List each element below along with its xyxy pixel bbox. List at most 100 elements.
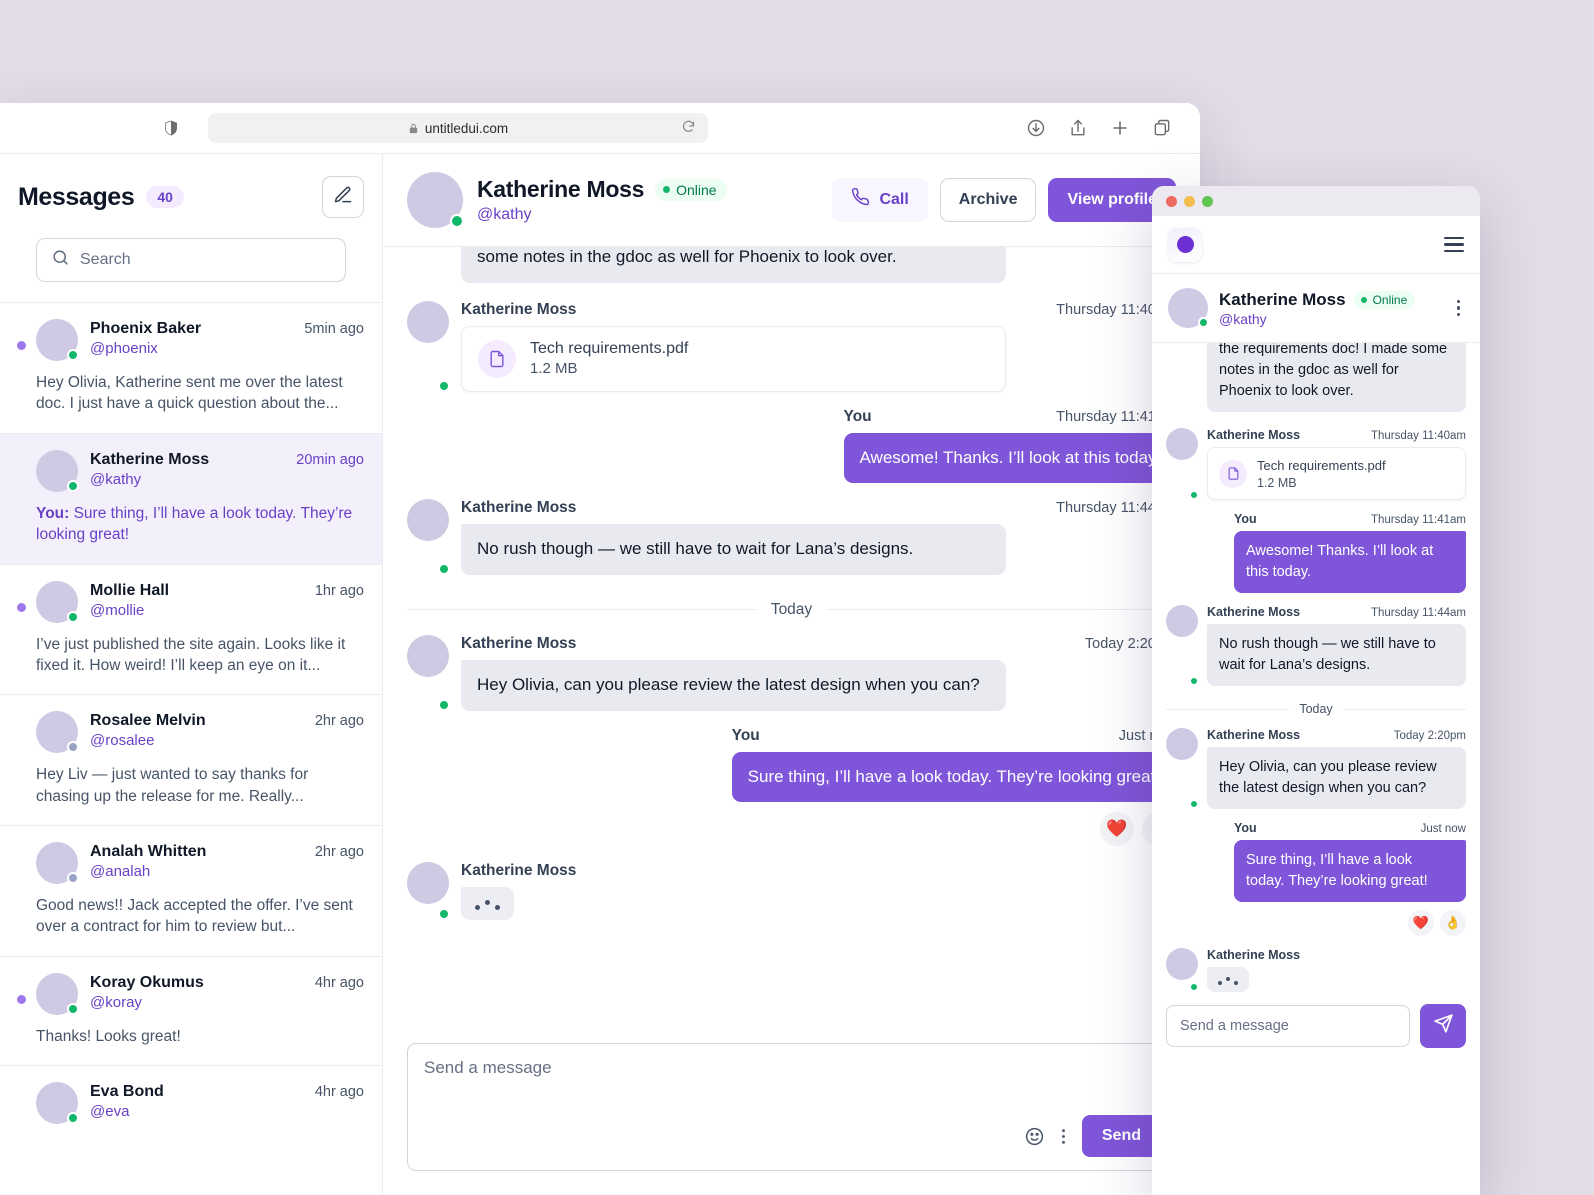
reaction-pill[interactable]: ❤️ [1408, 910, 1434, 937]
message-sender: Katherine Moss [461, 862, 577, 880]
contact-handle: @kathy [1219, 310, 1267, 327]
tabs-icon[interactable] [1152, 118, 1172, 138]
thread-item[interactable]: Eva Bond @eva 4hr ago [0, 1065, 382, 1142]
conversation-panel: Katherine Moss Online @kathy Call Archiv… [383, 154, 1200, 1195]
compose-button[interactable] [322, 176, 364, 218]
status-dot-online [1189, 490, 1199, 501]
download-icon[interactable] [1026, 118, 1046, 138]
shield-icon[interactable] [162, 117, 180, 139]
file-attachment[interactable]: Tech requirements.pdf 1.2 MB [1207, 447, 1466, 501]
thread-handle: @phoenix [90, 340, 158, 357]
avatar [36, 580, 79, 623]
message-sender: Katherine Moss [461, 634, 577, 652]
avatar [36, 1082, 79, 1125]
message-list: some notes in the gdoc as well for Phoen… [383, 247, 1200, 1025]
thread-item[interactable]: Rosalee Melvin @rosalee 2hr ago Hey Liv — j… [0, 694, 382, 825]
composer: Send a message Send [383, 1025, 1200, 1195]
thread-item[interactable]: Mollie Hall @mollie 1hr ago I’ve just publi… [0, 563, 382, 695]
file-icon [478, 339, 516, 378]
status-dot-icon [663, 186, 671, 193]
message-sender: Katherine Moss [1207, 428, 1301, 443]
send-button[interactable]: Send [1081, 1115, 1161, 1157]
composer-tools: Send [1024, 1115, 1161, 1157]
thread-list[interactable]: Phoenix Baker @phoenix 5min ago Hey Olivia,… [0, 302, 382, 1195]
avatar [36, 972, 79, 1015]
mobile-message-list: the requirements doc! I made some notes … [1152, 343, 1480, 993]
send-icon [1433, 1013, 1454, 1039]
message-bubble: the requirements doc! I made some notes … [1207, 343, 1466, 413]
reload-icon[interactable] [681, 119, 696, 137]
message-sender: Katherine Moss [1207, 948, 1301, 963]
message-time: Thursday 11:40am [1370, 430, 1466, 443]
emoji-icon[interactable] [1024, 1126, 1045, 1147]
thread-handle: @koray [90, 993, 142, 1011]
contact-name: Katherine Moss [477, 176, 645, 202]
file-attachment[interactable]: Tech requirements.pdf 1.2 MB [461, 325, 1006, 392]
hamburger-icon[interactable] [1444, 236, 1464, 253]
thread-time: 4hr ago [314, 1084, 364, 1101]
new-tab-icon[interactable] [1110, 118, 1130, 138]
status-dot-online [67, 479, 79, 492]
compose-icon [333, 185, 353, 210]
screen: untitledui.com Messages 40 Search Phoeni… [0, 0, 1594, 1195]
status-badge: Online [655, 178, 727, 201]
mobile-message-input[interactable]: Send a message [1166, 1005, 1410, 1048]
message-sender: You [1234, 821, 1257, 836]
thread-item[interactable]: Koray Okumus @koray 4hr ago Thanks! Looks g… [0, 955, 382, 1065]
message-sender: Katherine Moss [1207, 728, 1301, 743]
call-button[interactable]: Call [832, 178, 928, 222]
message: Katherine Moss [407, 862, 1176, 921]
status-dot-online [67, 1112, 79, 1125]
thread-time: 5min ago [304, 321, 364, 337]
search-placeholder: Search [80, 251, 131, 268]
close-traffic-light[interactable] [1166, 195, 1177, 207]
thread-item[interactable]: Analah Whitten @analah 2hr ago Good news!! … [0, 825, 382, 956]
thread-handle: @rosalee [90, 732, 155, 750]
url-text: untitledui.com [424, 120, 509, 136]
file-name: Tech requirements.pdf [530, 340, 689, 358]
mobile-send-button[interactable] [1420, 1004, 1466, 1049]
status-badge: Online [1353, 290, 1416, 309]
avatar [407, 172, 464, 228]
address-bar[interactable]: untitledui.com [208, 113, 708, 143]
contact-handle: @kathy [477, 206, 532, 223]
minimize-traffic-light[interactable] [1184, 195, 1195, 207]
thread-preview: You: Sure thing, I’ll have a look today.… [36, 504, 353, 544]
message-input[interactable]: Send a message Send [407, 1043, 1176, 1171]
status-dot-online [438, 562, 450, 575]
thread-item[interactable]: Phoenix Baker @phoenix 5min ago Hey Olivia,… [0, 302, 382, 433]
thread-time: 4hr ago [314, 974, 364, 991]
avatar [36, 842, 79, 884]
avatar [36, 711, 79, 754]
maximize-traffic-light[interactable] [1202, 195, 1213, 207]
reaction-pill[interactable]: ❤️ [1100, 812, 1134, 847]
search-input[interactable]: Search [36, 238, 346, 282]
thread-name: Mollie Hall [90, 581, 170, 599]
unread-dot [17, 602, 26, 612]
status-badge-label: Online [676, 181, 717, 198]
message: Katherine Moss Today 2:20pm Hey Olivia, ca… [407, 634, 1176, 711]
typing-indicator [461, 887, 514, 921]
mobile-appbar [1152, 216, 1480, 274]
thread-item[interactable]: Katherine Moss @kathy 20min ago You: Sure t… [0, 432, 382, 564]
thread-time: 1hr ago [314, 582, 364, 599]
thread-name: Rosalee Melvin [90, 712, 206, 730]
message-sender: You [731, 726, 760, 744]
message: some notes in the gdoc as well for Phoen… [407, 247, 1176, 285]
more-options-icon[interactable] [1453, 296, 1464, 320]
avatar [1166, 948, 1199, 993]
view-profile-label: View profile [1067, 191, 1157, 208]
thread-preview: Hey Olivia, Katherine sent me over the l… [36, 374, 343, 413]
archive-button[interactable]: Archive [939, 178, 1037, 222]
status-dot-offline [67, 741, 79, 754]
file-name: Tech requirements.pdf [1257, 458, 1386, 474]
reaction-pill[interactable]: 👌 [1440, 910, 1466, 937]
more-options-icon[interactable] [1061, 1126, 1066, 1147]
file-size: 1.2 MB [1257, 476, 1297, 491]
avatar [407, 499, 450, 575]
thread-name: Katherine Moss [90, 450, 210, 468]
window-titlebar [1152, 186, 1480, 216]
share-icon[interactable] [1068, 118, 1088, 138]
status-dot-online [450, 214, 464, 228]
mobile-input-placeholder: Send a message [1180, 1018, 1289, 1035]
